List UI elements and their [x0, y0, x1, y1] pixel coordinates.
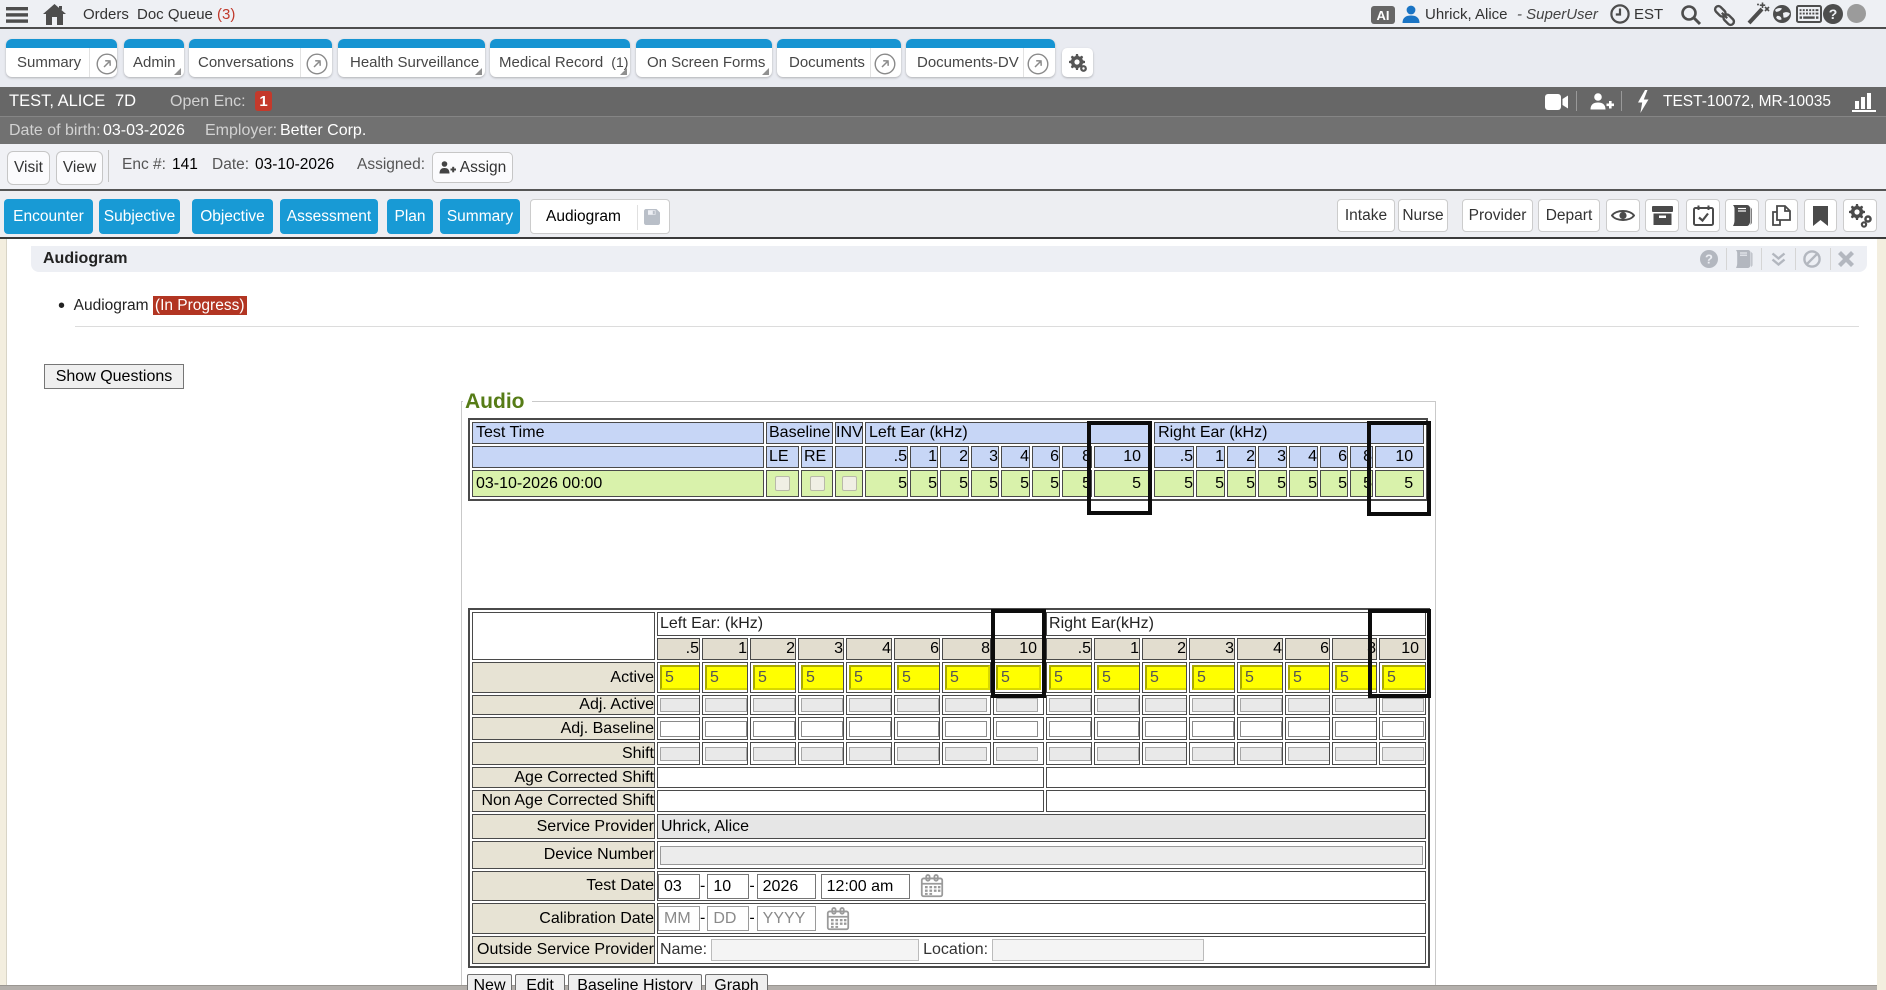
svg-text:?: ? — [1705, 252, 1713, 267]
svg-text:?: ? — [1829, 6, 1838, 22]
